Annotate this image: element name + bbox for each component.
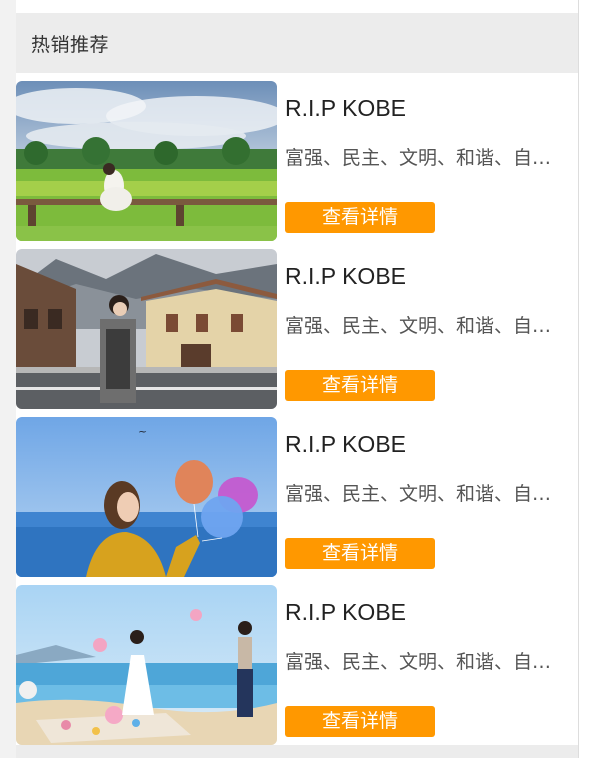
list-item[interactable]: ~ R.I.P KOBE 富强、民主、文明、和谐、自由、平等、公正、法治 查看详… xyxy=(16,409,578,577)
item-title: R.I.P KOBE xyxy=(285,95,407,121)
list-item[interactable]: R.I.P KOBE 富强、民主、文明、和谐、自由、平等、公正、法治 查看详情 xyxy=(16,577,578,745)
item-description: 富强、民主、文明、和谐、自由、平等、公正、法治 xyxy=(285,315,565,337)
view-details-button[interactable]: 查看详情 xyxy=(285,538,435,569)
item-thumbnail[interactable] xyxy=(16,585,277,745)
view-details-button[interactable]: 查看详情 xyxy=(285,706,435,737)
photo-village-image xyxy=(16,249,277,409)
item-title: R.I.P KOBE xyxy=(285,263,407,289)
scrollbar-track[interactable] xyxy=(578,0,594,758)
previous-section-end xyxy=(16,0,578,13)
photo-meadow-image xyxy=(16,81,277,241)
photo-beach-wedding-image xyxy=(16,585,277,745)
item-description: 富强、民主、文明、和谐、自由、平等、公正、法治 xyxy=(285,483,565,505)
item-thumbnail[interactable] xyxy=(16,81,277,241)
section-title: 热销推荐 xyxy=(31,33,110,56)
item-description: 富强、民主、文明、和谐、自由、平等、公正、法治 xyxy=(285,651,565,673)
section-header: 热销推荐 xyxy=(16,13,578,73)
item-info: R.I.P KOBE 富强、民主、文明、和谐、自由、平等、公正、法治 查看详情 xyxy=(285,417,575,577)
page: 热销推荐 R.I.P KOBE 富强、民主、文明、和谐、自由 查看详情 R.I.… xyxy=(0,0,594,758)
svg-text:~: ~ xyxy=(138,425,147,438)
item-thumbnail[interactable] xyxy=(16,249,277,409)
list-item[interactable]: R.I.P KOBE 富强、民主、文明、和谐、自由、平等、公正、法治 查看详情 xyxy=(16,241,578,409)
item-thumbnail[interactable]: ~ xyxy=(16,417,277,577)
list-item[interactable]: R.I.P KOBE 富强、民主、文明、和谐、自由、平等、公正、法治 查看详情 xyxy=(16,73,578,241)
product-list: R.I.P KOBE 富强、民主、文明、和谐、自由、平等、公正、法治 查看详情 xyxy=(16,73,578,745)
item-info: R.I.P KOBE 富强、民主、文明、和谐、自由、平等、公正、法治 查看详情 xyxy=(285,249,575,409)
item-description: 富强、民主、文明、和谐、自由、平等、公正、法治 xyxy=(285,147,565,169)
photo-sea-balloons-image: ~ xyxy=(16,417,277,577)
view-details-button[interactable]: 查看详情 xyxy=(285,202,435,233)
item-title: R.I.P KOBE xyxy=(285,431,407,457)
item-info: R.I.P KOBE 富强、民主、文明、和谐、自由、平等、公正、法治 查看详情 xyxy=(285,81,575,241)
item-info: R.I.P KOBE 富强、民主、文明、和谐、自由、平等、公正、法治 查看详情 xyxy=(285,585,575,745)
list-footer xyxy=(16,745,578,758)
view-details-button[interactable]: 查看详情 xyxy=(285,370,435,401)
item-title: R.I.P KOBE xyxy=(285,599,407,625)
